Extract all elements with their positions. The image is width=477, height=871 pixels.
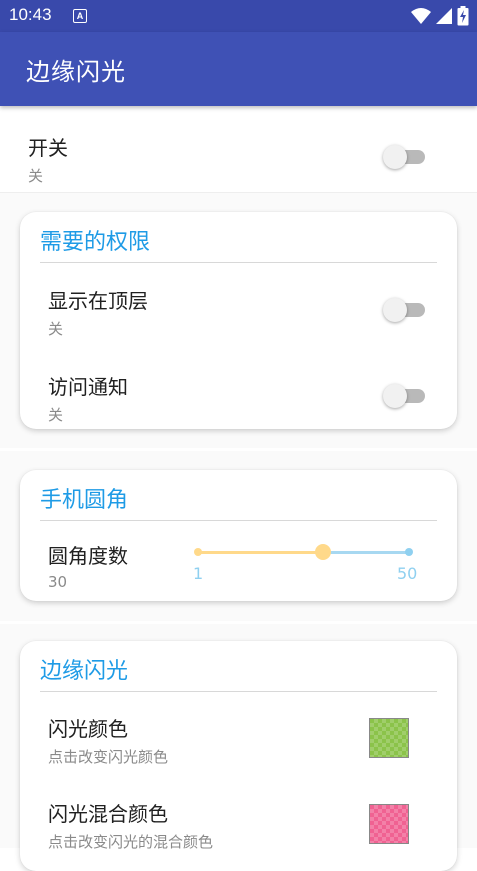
mix-color-swatch[interactable] bbox=[369, 804, 409, 844]
permissions-header: 需要的权限 bbox=[40, 224, 437, 263]
edge-flash-card: 边缘闪光 闪光颜色 点击改变闪光颜色 闪光混合颜色 点击改变闪光的混合颜色 bbox=[20, 641, 457, 871]
status-bar: 10:43 A bbox=[0, 0, 477, 32]
overlay-toggle[interactable] bbox=[383, 296, 429, 322]
overlay-permission-row[interactable]: 显示在顶层 关 bbox=[48, 285, 448, 345]
status-icons bbox=[411, 6, 469, 26]
notification-access-row[interactable]: 访问通知 关 bbox=[48, 371, 448, 431]
slider-inactive-track bbox=[323, 551, 409, 554]
corner-radius-value: 30 bbox=[48, 573, 68, 591]
main-switch-summary: 关 bbox=[28, 167, 44, 185]
app-bar: 边缘闪光 bbox=[0, 32, 477, 106]
slider-min-label: 1 bbox=[193, 564, 204, 583]
corner-header: 手机圆角 bbox=[40, 482, 437, 521]
main-switch-title: 开关 bbox=[28, 136, 68, 160]
main-switch-row[interactable]: 开关 关 bbox=[0, 108, 477, 193]
status-time: 10:43 bbox=[9, 5, 52, 24]
signal-icon bbox=[436, 8, 452, 24]
battery-charging-icon bbox=[457, 6, 469, 26]
toggle-thumb bbox=[383, 384, 407, 408]
corner-radius-row: 圆角度数 30 bbox=[48, 540, 198, 591]
slider-start-tick bbox=[194, 548, 202, 556]
slider-active-track bbox=[197, 551, 323, 554]
slider-end-tick bbox=[405, 548, 413, 556]
notification-access-toggle[interactable] bbox=[383, 382, 429, 408]
flash-color-swatch[interactable] bbox=[369, 718, 409, 758]
permissions-card: 需要的权限 显示在顶层 关 访问通知 关 bbox=[20, 212, 457, 429]
slider-max-label: 50 bbox=[397, 564, 418, 583]
corner-card: 手机圆角 圆角度数 30 1 50 bbox=[20, 470, 457, 601]
mix-color-row[interactable]: 闪光混合颜色 点击改变闪光的混合颜色 bbox=[48, 798, 448, 858]
app-title: 边缘闪光 bbox=[26, 58, 126, 86]
toggle-thumb bbox=[383, 145, 407, 169]
toggle-thumb bbox=[383, 298, 407, 322]
main-switch-toggle[interactable] bbox=[383, 143, 429, 169]
wifi-icon bbox=[411, 8, 431, 24]
flash-color-row[interactable]: 闪光颜色 点击改变闪光颜色 bbox=[48, 713, 448, 773]
corner-radius-title: 圆角度数 bbox=[48, 544, 128, 568]
notification-a-icon: A bbox=[73, 9, 87, 23]
slider-knob[interactable] bbox=[315, 544, 331, 560]
corner-radius-slider[interactable]: 1 50 bbox=[193, 540, 432, 583]
edge-flash-header: 边缘闪光 bbox=[40, 653, 437, 692]
